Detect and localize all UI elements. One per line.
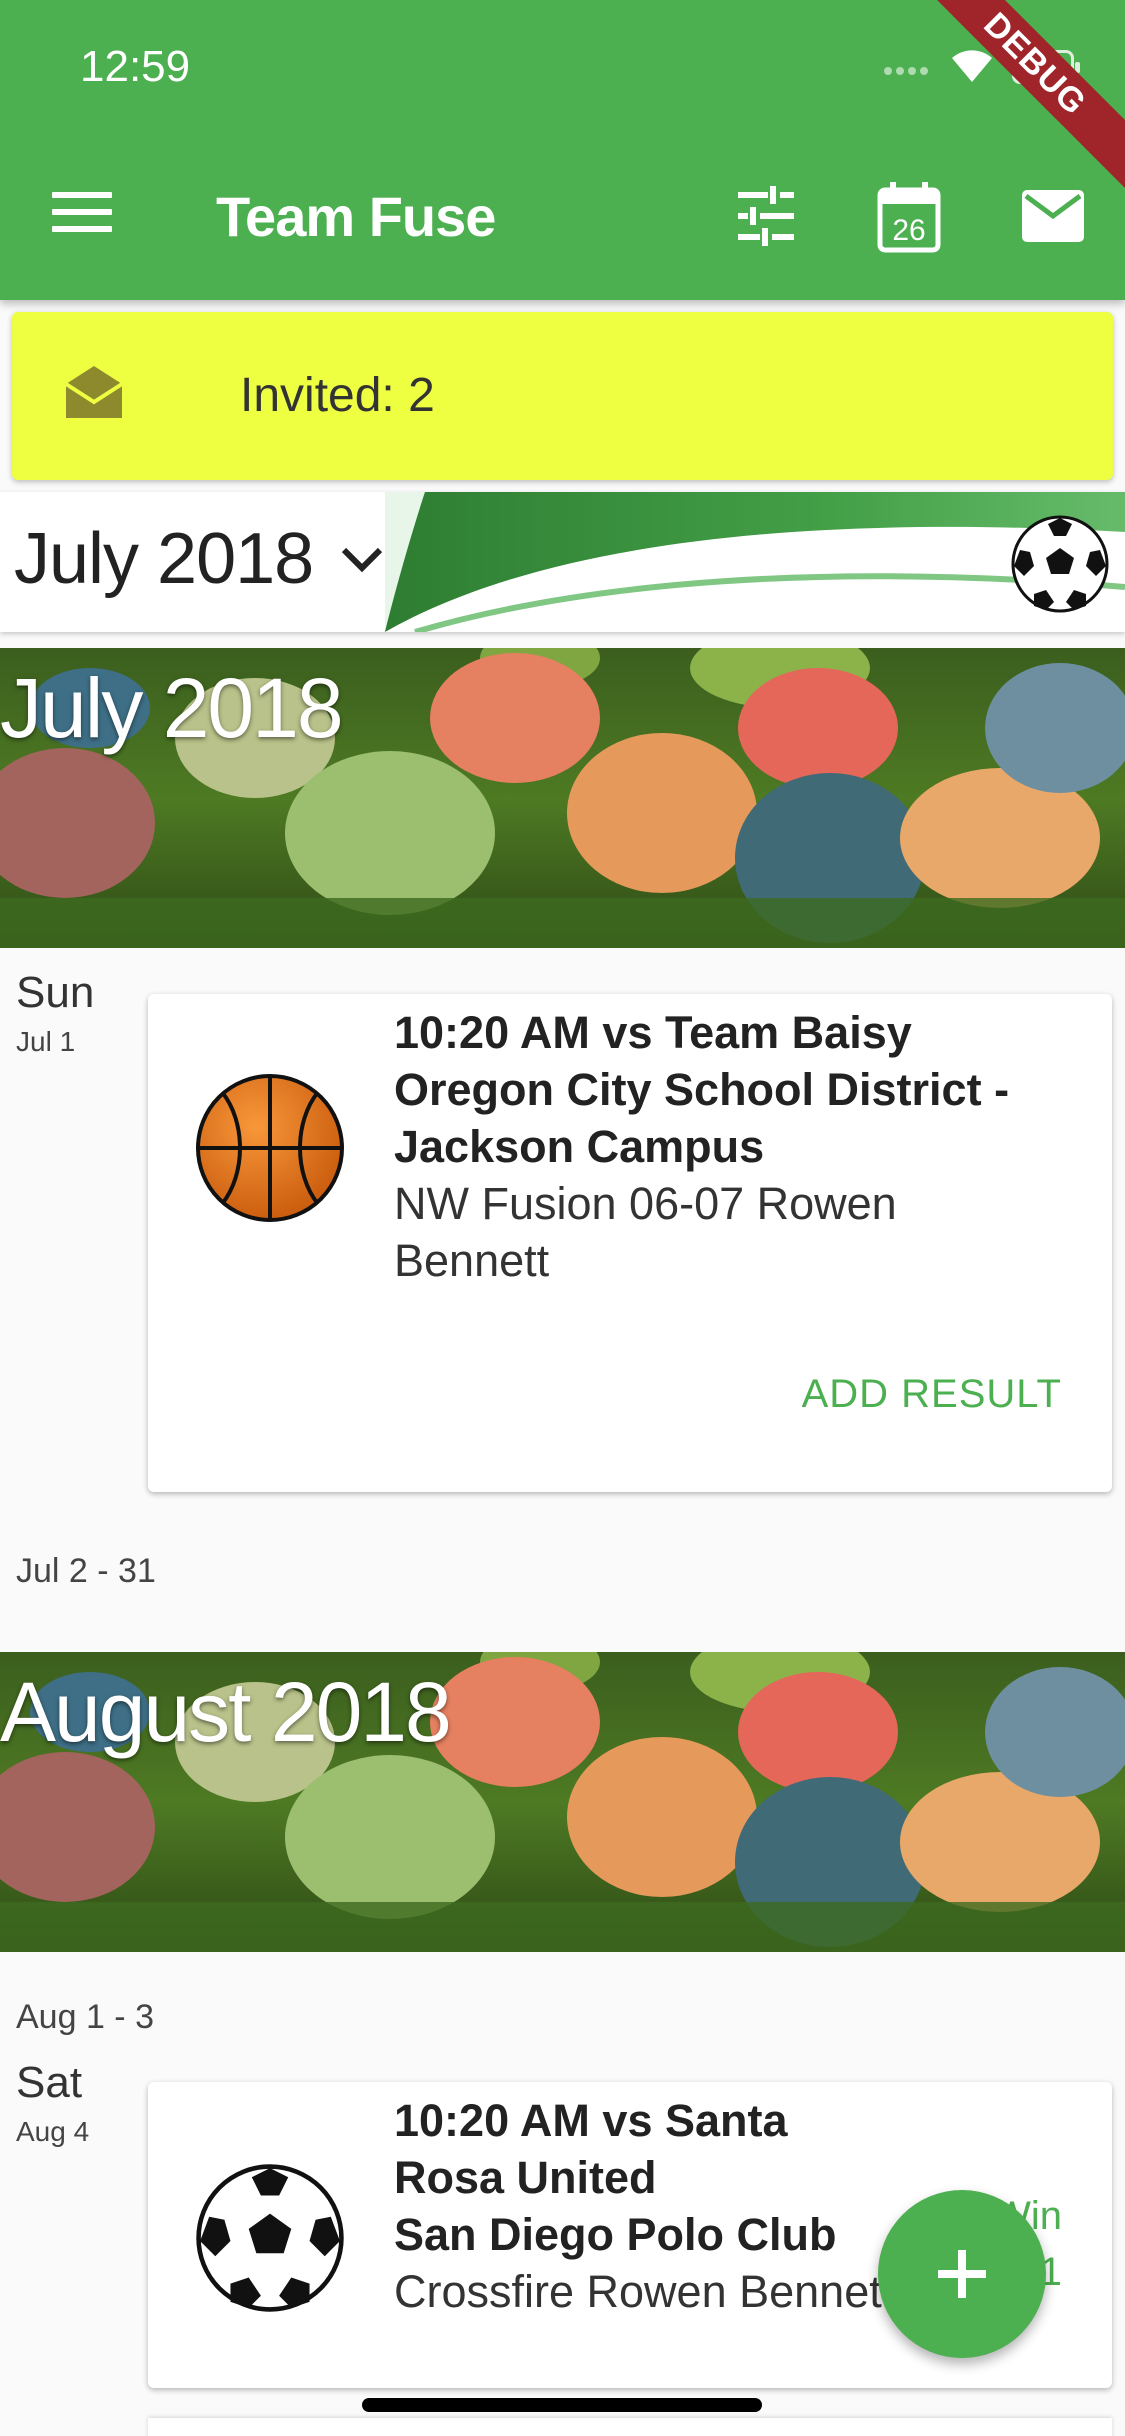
home-indicator: [362, 2398, 762, 2412]
day-date: Jul 1: [16, 1026, 76, 1057]
tune-icon[interactable]: [734, 184, 798, 248]
soccer-ball-icon: [1011, 515, 1109, 613]
calendar-icon[interactable]: 26: [876, 180, 942, 254]
date-range-label: Jul 2 - 31: [16, 1552, 156, 1590]
app-bar: 12:59 DEBUG Team Fuse 26: [0, 0, 1125, 300]
month-header-august: August 2018: [0, 1652, 1125, 1952]
month-header-title: August 2018: [0, 1665, 452, 1759]
status-time: 12:59: [80, 42, 191, 91]
day-name: Sun: [16, 968, 95, 1017]
page: 12:59 DEBUG Team Fuse 26 Invited: 2 July…: [0, 0, 1125, 2436]
game-team: NW Fusion 06-07 Rowen Bennett: [394, 1178, 897, 1286]
debug-banner: DEBUG: [897, 0, 1125, 202]
game-title: 10:20 AM vs Team Baisy: [394, 1007, 912, 1058]
day-date: Aug 4: [16, 2116, 90, 2147]
signal-icon: [884, 62, 934, 75]
game-title: 10:20 AM vs Santa Rosa United: [394, 2095, 788, 2203]
game-place: Oregon City School District - Jackson Ca…: [394, 1064, 1010, 1172]
day-name: Sat: [16, 2058, 83, 2107]
add-result-button[interactable]: ADD RESULT: [802, 1372, 1062, 1417]
add-game-button[interactable]: [878, 2190, 1046, 2358]
month-header-july: July 2018: [0, 648, 1125, 948]
game-card-partial[interactable]: [148, 2418, 1112, 2436]
month-selector-bar: July 2018: [0, 492, 1125, 632]
invite-banner[interactable]: Invited: 2: [12, 312, 1113, 480]
plus-icon: [938, 2250, 986, 2298]
month-header-title: July 2018: [0, 661, 344, 755]
basketball-icon: [196, 1074, 344, 1222]
chevron-down-icon[interactable]: [340, 544, 384, 574]
game-team: Crossfire Rowen Bennett: [394, 2266, 895, 2317]
envelope-open-icon: [64, 366, 124, 418]
calendar-day: 26: [892, 214, 925, 247]
mail-icon[interactable]: [1020, 188, 1086, 244]
date-range-label: Aug 1 - 3: [16, 1998, 154, 2036]
soccer-ball-icon: [196, 2164, 344, 2312]
game-card[interactable]: 10:20 AM vs Team Baisy Oregon City Schoo…: [148, 994, 1112, 1492]
invite-count: Invited: 2: [240, 369, 435, 422]
month-selector[interactable]: July 2018: [14, 518, 314, 600]
app-title: Team Fuse: [216, 185, 496, 248]
menu-icon[interactable]: [52, 192, 112, 236]
